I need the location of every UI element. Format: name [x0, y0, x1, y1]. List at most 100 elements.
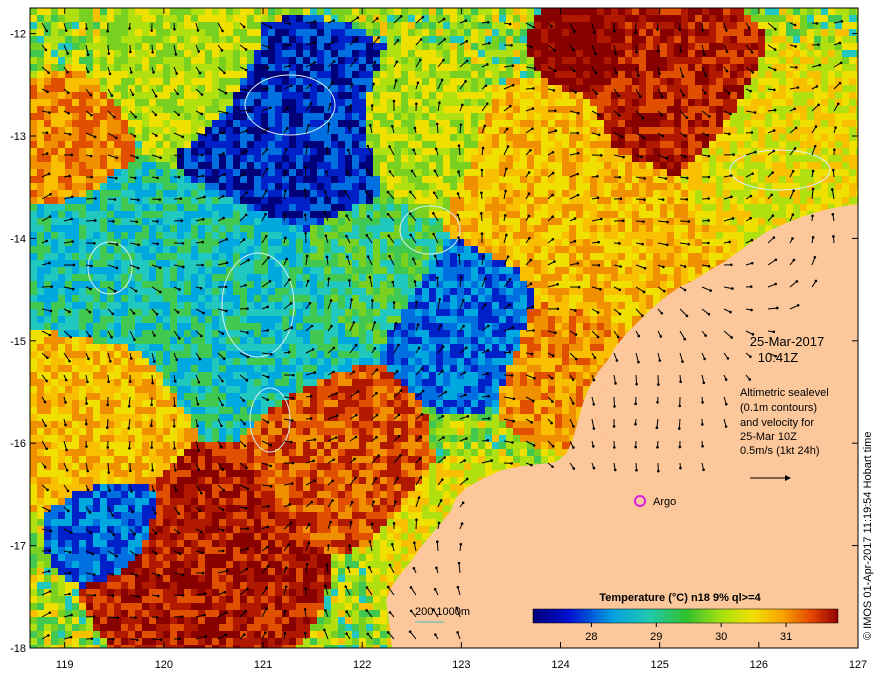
- sst-pixel: [191, 8, 198, 15]
- sst-pixel: [212, 274, 219, 281]
- sst-pixel: [464, 239, 471, 246]
- sst-pixel: [835, 50, 842, 57]
- sst-pixel: [611, 274, 618, 281]
- sst-pixel: [534, 288, 541, 295]
- sst-pixel: [807, 99, 814, 106]
- sst-pixel: [779, 183, 786, 190]
- sst-pixel: [751, 134, 758, 141]
- sst-pixel: [611, 134, 618, 141]
- sst-pixel: [352, 190, 359, 197]
- sst-pixel: [317, 253, 324, 260]
- sst-pixel: [667, 204, 674, 211]
- sst-pixel: [79, 22, 86, 29]
- sst-pixel: [268, 148, 275, 155]
- sst-pixel: [100, 183, 107, 190]
- sst-pixel: [562, 246, 569, 253]
- sst-pixel: [177, 295, 184, 302]
- sst-pixel: [156, 15, 163, 22]
- sst-pixel: [380, 43, 387, 50]
- sst-pixel: [135, 225, 142, 232]
- sst-pixel: [772, 120, 779, 127]
- sst-pixel: [58, 78, 65, 85]
- sst-pixel: [352, 239, 359, 246]
- sst-pixel: [534, 120, 541, 127]
- sst-pixel: [793, 92, 800, 99]
- sst-pixel: [765, 57, 772, 64]
- sst-pixel: [849, 15, 856, 22]
- sst-pixel: [338, 162, 345, 169]
- sst-pixel: [408, 85, 415, 92]
- sst-pixel: [464, 225, 471, 232]
- sst-pixel: [842, 113, 849, 120]
- sst-pixel: [625, 169, 632, 176]
- sst-pixel: [191, 190, 198, 197]
- sst-pixel: [709, 43, 716, 50]
- sst-pixel: [786, 120, 793, 127]
- sst-pixel: [107, 274, 114, 281]
- sst-pixel: [198, 78, 205, 85]
- sst-pixel: [450, 64, 457, 71]
- sst-pixel: [625, 134, 632, 141]
- sst-pixel: [184, 288, 191, 295]
- sst-pixel: [513, 22, 520, 29]
- sst-pixel: [275, 92, 282, 99]
- sst-pixel: [184, 281, 191, 288]
- sst-pixel: [226, 155, 233, 162]
- sst-pixel: [254, 190, 261, 197]
- sst-pixel: [345, 162, 352, 169]
- sst-pixel: [429, 260, 436, 267]
- sst-pixel: [618, 57, 625, 64]
- sst-pixel: [786, 99, 793, 106]
- sst-pixel: [170, 260, 177, 267]
- sst-pixel: [751, 99, 758, 106]
- sst-pixel: [800, 15, 807, 22]
- sst-pixel: [485, 36, 492, 43]
- sst-pixel: [366, 64, 373, 71]
- sst-pixel: [632, 274, 639, 281]
- sst-pixel: [44, 78, 51, 85]
- sst-pixel: [205, 29, 212, 36]
- sst-pixel: [317, 148, 324, 155]
- sst-pixel: [37, 211, 44, 218]
- sst-pixel: [254, 204, 261, 211]
- sst-pixel: [499, 253, 506, 260]
- sst-pixel: [457, 246, 464, 253]
- sst-pixel: [44, 295, 51, 302]
- sst-pixel: [807, 92, 814, 99]
- sst-pixel: [429, 64, 436, 71]
- sst-pixel: [121, 260, 128, 267]
- sst-pixel: [653, 162, 660, 169]
- sst-pixel: [359, 155, 366, 162]
- sst-pixel: [79, 106, 86, 113]
- sst-pixel: [716, 232, 723, 239]
- sst-pixel: [457, 288, 464, 295]
- sst-pixel: [674, 134, 681, 141]
- sst-pixel: [765, 92, 772, 99]
- sst-pixel: [604, 106, 611, 113]
- sst-pixel: [555, 225, 562, 232]
- sst-pixel: [765, 141, 772, 148]
- sst-pixel: [37, 232, 44, 239]
- sst-pixel: [576, 295, 583, 302]
- sst-pixel: [639, 148, 646, 155]
- sst-pixel: [72, 281, 79, 288]
- sst-pixel: [79, 246, 86, 253]
- sst-pixel: [716, 43, 723, 50]
- sst-pixel: [233, 295, 240, 302]
- sst-pixel: [72, 64, 79, 71]
- sst-pixel: [793, 120, 800, 127]
- sst-pixel: [170, 274, 177, 281]
- sst-pixel: [394, 253, 401, 260]
- sst-pixel: [534, 113, 541, 120]
- sst-pixel: [688, 106, 695, 113]
- sst-pixel: [520, 106, 527, 113]
- sst-pixel: [499, 50, 506, 57]
- sst-pixel: [751, 225, 758, 232]
- sst-pixel: [205, 246, 212, 253]
- sst-pixel: [93, 8, 100, 15]
- sst-pixel: [352, 120, 359, 127]
- sst-pixel: [485, 148, 492, 155]
- sst-pixel: [611, 204, 618, 211]
- sst-pixel: [541, 190, 548, 197]
- sst-pixel: [807, 71, 814, 78]
